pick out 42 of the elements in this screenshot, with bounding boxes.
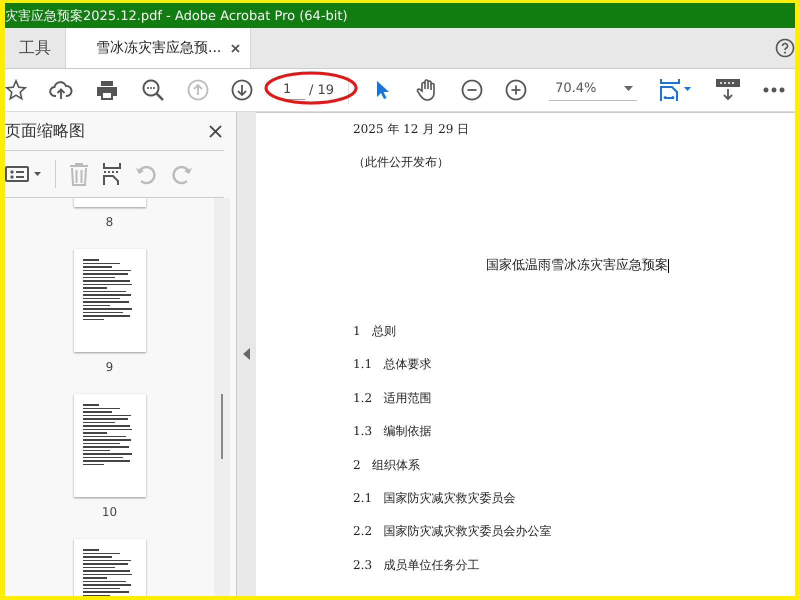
toc-entry: 2.2 国家防灾减灾救灾委员会办公室: [353, 523, 553, 540]
more-icon[interactable]: [763, 87, 786, 93]
collapse-arrow-icon[interactable]: [243, 348, 250, 360]
close-icon[interactable]: [231, 44, 240, 52]
toc-entry: 2.3 成员单位任务分工: [353, 556, 481, 574]
tab[interactable]: 雪冰冻灾害应急预...: [66, 28, 228, 68]
keyboard-down-icon[interactable]: [715, 78, 742, 102]
toc-entry: 1.2 适用范围: [353, 390, 433, 407]
caret-icon: [624, 86, 634, 91]
page-thumbnail[interactable]: [74, 249, 146, 352]
zoom-in-icon[interactable]: [505, 79, 528, 101]
toc-entry: 1.3 编制依据: [353, 423, 433, 440]
document-date: 2025 年 12 月 29 日: [353, 121, 470, 138]
page-number: 10: [102, 505, 118, 519]
toc-entry: 1.1 总体要求: [353, 356, 433, 374]
options-icon[interactable]: [5, 165, 43, 183]
zoom-out-icon[interactable]: [461, 79, 484, 101]
zoom-dropdown[interactable]: 70.4%: [549, 79, 638, 101]
arrow-down-icon[interactable]: [231, 79, 253, 101]
cloud-upload-icon[interactable]: [49, 79, 73, 101]
help-icon[interactable]: [775, 38, 795, 58]
page-number: 9: [106, 360, 114, 374]
scrollbar[interactable]: [214, 198, 230, 596]
panel-title: 页面缩略图: [5, 120, 85, 142]
window-title: 灾害应急预案2025.12.pdf - Adobe Acrobat Pro (64-bit): [5, 8, 348, 24]
insert-page-icon[interactable]: [102, 162, 122, 186]
document-note: （此件公开发布）: [353, 154, 450, 171]
search-icon[interactable]: [141, 78, 165, 102]
scrollbar-thumb[interactable]: [221, 394, 223, 459]
toc-entry: 2.1 国家防灾减灾救灾委员会: [353, 490, 517, 507]
page-count: / 19: [309, 82, 334, 98]
page-thumbnail[interactable]: [74, 394, 146, 497]
document-title: 国家低温雨雪冰冻灾害应急预案: [486, 257, 670, 274]
fit-page-icon[interactable]: [659, 78, 694, 102]
toc-entry: 1 总则: [353, 323, 398, 340]
print-icon[interactable]: [95, 79, 119, 101]
page-number: 8: [106, 215, 114, 229]
page-thumbnail[interactable]: [74, 539, 146, 596]
close-icon[interactable]: [209, 124, 224, 138]
page-number-field[interactable]: 1: [283, 80, 305, 100]
toc-entry: 2 组织体系: [353, 456, 422, 474]
star-icon[interactable]: [5, 79, 27, 101]
